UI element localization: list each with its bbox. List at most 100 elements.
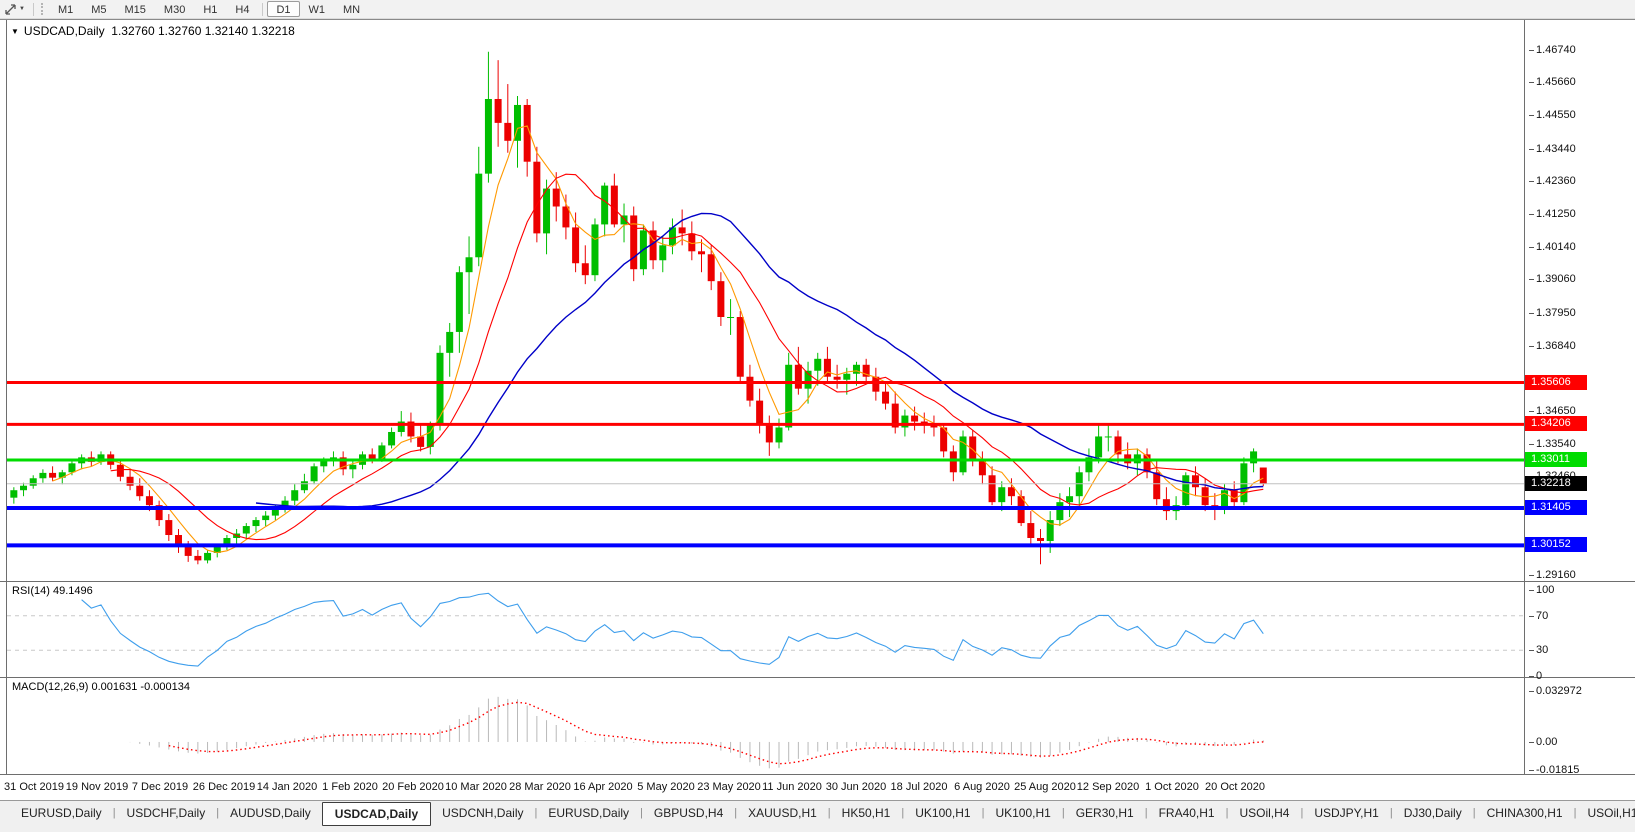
chart-ohlc-values: 1.32760 1.32760 1.32140 1.32218 [111,24,295,38]
timeframe-button-m5[interactable]: M5 [82,1,115,17]
rsi-axis-tick: 70 [1529,609,1548,624]
date-axis-label: 16 Apr 2020 [573,781,633,793]
ma-slow-line [255,212,1264,508]
chart-tab-xauusd-h1[interactable]: XAUUSD,H1 [737,803,828,824]
date-axis-label: 26 Dec 2019 [192,781,256,793]
chart-tab-usdchf-daily[interactable]: USDCHF,Daily [116,803,217,824]
date-axis-label: 19 Nov 2019 [65,781,129,793]
date-axis-label: 30 Jun 2020 [825,781,887,793]
price-panel[interactable] [0,20,1635,582]
macd-signal-line [168,701,1264,765]
price-axis-tick: 1.40140 [1529,240,1576,255]
chart-tab-audusd-daily[interactable]: AUDUSD,Daily [219,803,322,824]
date-axis: 31 Oct 2019 19 Nov 2019 7 Dec 2019 26 Dec 2… [0,776,1635,800]
date-axis-label: 7 Dec 2019 [131,781,189,793]
timeframe-button-d1[interactable]: D1 [267,1,300,17]
chart-tab-usdcad-daily[interactable]: USDCAD,Daily [321,802,432,826]
rsi-axis-tick: 100 [1529,583,1554,598]
date-axis-label: 23 May 2020 [697,781,761,793]
timeframe-button-m15[interactable]: M15 [116,1,155,17]
macd-axis-tick: 0.032972 [1529,684,1582,699]
date-axis-label: 20 Feb 2020 [382,781,444,793]
chart-tab-uk100-h1[interactable]: UK100,H1 [984,803,1061,824]
timeframe-button-m30[interactable]: M30 [155,1,194,17]
macd-chart-canvas [129,696,1264,769]
price-axis-tick: 1.43440 [1529,142,1576,157]
plot-left-border [6,20,7,775]
timeframe-button-h1[interactable]: H1 [194,1,226,17]
chart-tab-usoil-h1[interactable]: USOil,H1 [1576,803,1635,824]
date-axis-label: 1 Oct 2020 [1145,781,1199,793]
chart-tab-usoil-h4[interactable]: USOil,H4 [1228,803,1300,824]
chart-tab-ger30-h1[interactable]: GER30,H1 [1065,803,1145,824]
price-chart-canvas [7,51,1524,565]
date-axis-label: 5 May 2020 [637,781,695,793]
price-axis-line [1524,20,1525,775]
hline-price-badge: 1.33011 [1525,452,1587,467]
chart-symbol-period: USDCAD,Daily [23,24,105,38]
chart-tab-eurusd-daily[interactable]: EURUSD,Daily [537,803,640,824]
rsi-panel[interactable]: RSI(14) 49.1496 [0,582,1635,678]
candles-layer [10,51,1267,565]
chart-tab-usdjpy-h1[interactable]: USDJPY,H1 [1303,803,1389,824]
chart-tab-fra40-h1[interactable]: FRA40,H1 [1148,803,1226,824]
chart-tab-usdcnh-daily[interactable]: USDCNH,Daily [431,803,534,824]
chart-tab-china300-h1[interactable]: CHINA300,H1 [1476,803,1574,824]
toolbar: ▼ M1 M5 M15 M30 H1 H4 D1 W1 MN [0,0,1635,19]
price-axis-tick: 1.42360 [1529,174,1576,189]
chart-tab-bar: EURUSD,Daily | USDCHF,Daily | AUDUSD,Daily US… [0,800,1635,832]
chart-tab-uk100-h1[interactable]: UK100,H1 [904,803,981,824]
toolbar-grip-handle[interactable] [40,3,44,15]
hline-price-badge: 1.30152 [1525,537,1587,552]
timeframe-button-w1[interactable]: W1 [300,1,335,17]
ma-medium-line [110,173,1264,541]
chart-tab-dj30-daily[interactable]: DJ30,Daily [1393,803,1473,824]
rsi-line [81,592,1264,667]
timeframe-buttons: M1 M5 M15 M30 H1 H4 D1 W1 MN [49,1,369,17]
date-axis-label: 20 Oct 2020 [1205,781,1265,793]
price-axis-tick: 1.41250 [1529,207,1576,222]
date-axis-label: 11 Jun 2020 [762,781,822,793]
toolbar-separator [262,2,264,16]
chart-window[interactable]: ▼ USDCAD,Daily 1.32760 1.32760 1.32140 1.… [0,19,1635,800]
date-axis-label: 1 Feb 2020 [322,781,378,793]
diagonal-arrows-icon[interactable] [2,3,18,16]
chart-title: ▼ USDCAD,Daily 1.32760 1.32760 1.32140 1.… [11,24,295,38]
price-axis-tick: 1.44550 [1529,108,1576,123]
hline-price-badge: 1.34206 [1525,416,1587,431]
price-axis-tick: 1.36840 [1529,339,1576,354]
chart-tab-hk50-h1[interactable]: HK50,H1 [831,803,902,824]
macd-panel[interactable]: MACD(12,26,9) 0.001631 -0.000134 [0,678,1635,775]
date-axis-label: 25 Aug 2020 [1014,781,1076,793]
macd-histogram [129,696,1264,769]
date-axis-label: 28 Mar 2020 [509,781,571,793]
timeframe-button-mn[interactable]: MN [334,1,369,17]
date-axis-label: 14 Jan 2020 [256,781,318,793]
price-axis-tick: 1.46740 [1529,43,1576,58]
date-axis-label: 12 Sep 2020 [1076,781,1140,793]
chart-tab-eurusd-daily[interactable]: EURUSD,Daily [10,803,113,824]
date-axis-label: 31 Oct 2019 [4,781,64,793]
timeframe-button-h4[interactable]: H4 [226,1,258,17]
rsi-chart-canvas [7,592,1524,667]
timeframe-button-m1[interactable]: M1 [49,1,82,17]
date-axis-label: 18 Jul 2020 [890,781,948,793]
macd-axis-tick: 0.00 [1529,735,1557,750]
rsi-axis-tick: 0 [1529,669,1542,684]
hline-price-badge: 1.35606 [1525,375,1587,390]
toolbar-separator [32,2,34,16]
current-price-badge: 1.32218 [1525,476,1587,491]
dropdown-arrow-icon[interactable]: ▼ [18,6,29,12]
chart-tabs: EURUSD,Daily | USDCHF,Daily | AUDUSD,Daily US… [10,802,1635,826]
price-axis-tick: 1.37950 [1529,306,1576,321]
window-menu-icon[interactable]: ▼ [11,27,19,36]
date-axis-label: 6 Aug 2020 [954,781,1010,793]
hline-price-badge: 1.31405 [1525,500,1587,515]
price-axis-tick: 1.39060 [1529,272,1576,287]
chart-tab-gbpusd-h4[interactable]: GBPUSD,H4 [643,803,734,824]
date-axis-label: 10 Mar 2020 [445,781,507,793]
price-axis-tick: 1.45660 [1529,75,1576,90]
rsi-axis-tick: 30 [1529,643,1548,658]
price-axis-tick: 1.29160 [1529,568,1576,583]
price-axis-tick: 1.33540 [1529,437,1576,452]
